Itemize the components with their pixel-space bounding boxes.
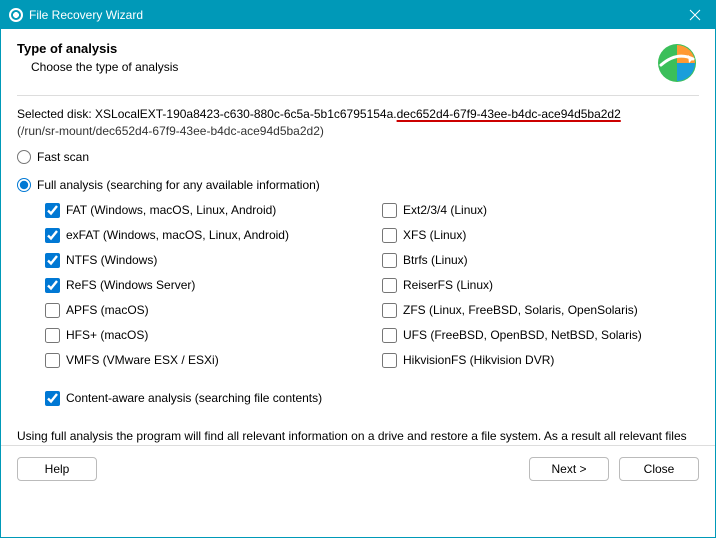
filesystem-item[interactable]: ReFS (Windows Server)	[45, 273, 362, 298]
divider	[17, 95, 699, 96]
filesystem-label[interactable]: ZFS (Linux, FreeBSD, Solaris, OpenSolari…	[403, 303, 638, 317]
filesystem-checkbox[interactable]	[45, 353, 60, 368]
filesystem-checkbox[interactable]	[45, 228, 60, 243]
fast-scan-label[interactable]: Fast scan	[37, 150, 89, 164]
filesystem-label[interactable]: XFS (Linux)	[403, 228, 466, 242]
footer: Help Next > Close	[1, 445, 715, 491]
full-analysis-label[interactable]: Full analysis (searching for any availab…	[37, 178, 320, 192]
filesystem-label[interactable]: NTFS (Windows)	[66, 253, 157, 267]
filesystem-item[interactable]: HikvisionFS (Hikvision DVR)	[382, 348, 699, 373]
filesystem-checkbox[interactable]	[382, 303, 397, 318]
selected-disk-info: Selected disk: XSLocalEXT-190a8423-c630-…	[17, 106, 699, 140]
filesystem-label[interactable]: ReiserFS (Linux)	[403, 278, 493, 292]
close-icon[interactable]	[675, 1, 715, 29]
filesystem-label[interactable]: Btrfs (Linux)	[403, 253, 468, 267]
filesystem-checkbox[interactable]	[382, 278, 397, 293]
content-aware-option[interactable]: Content-aware analysis (searching file c…	[45, 391, 699, 406]
filesystem-label[interactable]: Ext2/3/4 (Linux)	[403, 203, 487, 217]
filesystem-item[interactable]: NTFS (Windows)	[45, 248, 362, 273]
full-analysis-radio[interactable]	[17, 178, 31, 192]
filesystem-item[interactable]: ZFS (Linux, FreeBSD, Solaris, OpenSolari…	[382, 298, 699, 323]
fast-scan-option[interactable]: Fast scan	[17, 150, 699, 164]
filesystem-label[interactable]: HikvisionFS (Hikvision DVR)	[403, 353, 554, 367]
filesystem-item[interactable]: Ext2/3/4 (Linux)	[382, 198, 699, 223]
filesystem-label[interactable]: UFS (FreeBSD, OpenBSD, NetBSD, Solaris)	[403, 328, 642, 342]
filesystem-label[interactable]: exFAT (Windows, macOS, Linux, Android)	[66, 228, 289, 242]
filesystem-item[interactable]: Btrfs (Linux)	[382, 248, 699, 273]
page-subtitle: Choose the type of analysis	[31, 60, 178, 74]
titlebar: File Recovery Wizard	[1, 1, 715, 29]
content-aware-checkbox[interactable]	[45, 391, 60, 406]
filesystem-label[interactable]: VMFS (VMware ESX / ESXi)	[66, 353, 219, 367]
filesystem-item[interactable]: exFAT (Windows, macOS, Linux, Android)	[45, 223, 362, 248]
filesystem-checkbox[interactable]	[382, 228, 397, 243]
page-title: Type of analysis	[17, 41, 178, 56]
fast-scan-radio[interactable]	[17, 150, 31, 164]
full-analysis-option[interactable]: Full analysis (searching for any availab…	[17, 178, 699, 192]
filesystem-item[interactable]: XFS (Linux)	[382, 223, 699, 248]
window-title: File Recovery Wizard	[29, 8, 675, 22]
filesystem-checkbox[interactable]	[45, 328, 60, 343]
content-aware-label[interactable]: Content-aware analysis (searching file c…	[66, 391, 322, 405]
help-button[interactable]: Help	[17, 457, 97, 481]
filesystem-item[interactable]: APFS (macOS)	[45, 298, 362, 323]
filesystem-label[interactable]: HFS+ (macOS)	[66, 328, 148, 342]
app-icon	[9, 8, 23, 22]
filesystem-checkbox[interactable]	[45, 253, 60, 268]
filesystem-checkbox[interactable]	[45, 203, 60, 218]
filesystem-checkbox[interactable]	[382, 353, 397, 368]
filesystem-item[interactable]: VMFS (VMware ESX / ESXi)	[45, 348, 362, 373]
filesystem-label[interactable]: APFS (macOS)	[66, 303, 149, 317]
filesystem-item[interactable]: ReiserFS (Linux)	[382, 273, 699, 298]
wizard-icon	[655, 41, 699, 85]
filesystem-checkbox[interactable]	[45, 278, 60, 293]
filesystem-item[interactable]: FAT (Windows, macOS, Linux, Android)	[45, 198, 362, 223]
filesystem-label[interactable]: FAT (Windows, macOS, Linux, Android)	[66, 203, 276, 217]
filesystem-item[interactable]: HFS+ (macOS)	[45, 323, 362, 348]
filesystem-grid: FAT (Windows, macOS, Linux, Android) Ext2…	[45, 198, 699, 373]
next-button[interactable]: Next >	[529, 457, 609, 481]
content-area: Type of analysis Choose the type of anal…	[1, 29, 715, 491]
filesystem-item[interactable]: UFS (FreeBSD, OpenBSD, NetBSD, Solaris)	[382, 323, 699, 348]
close-button[interactable]: Close	[619, 457, 699, 481]
filesystem-checkbox[interactable]	[382, 203, 397, 218]
filesystem-label[interactable]: ReFS (Windows Server)	[66, 278, 195, 292]
filesystem-checkbox[interactable]	[382, 253, 397, 268]
filesystem-checkbox[interactable]	[382, 328, 397, 343]
filesystem-checkbox[interactable]	[45, 303, 60, 318]
